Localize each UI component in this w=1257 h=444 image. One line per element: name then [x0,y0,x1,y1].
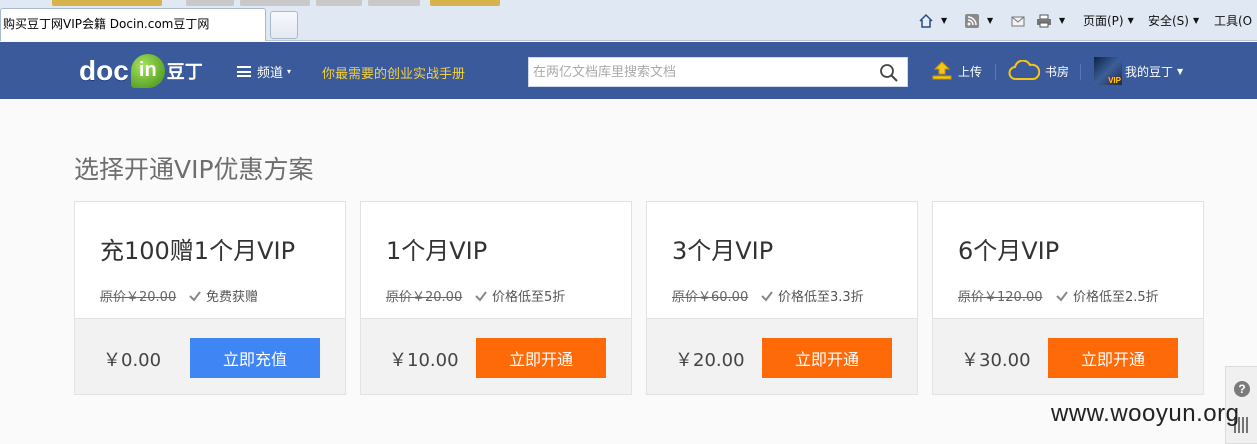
plan-price: ￥30.00 [961,350,1031,371]
upload-link[interactable]: 上传 [931,57,982,85]
help-icon[interactable]: ? [1234,381,1250,397]
feeds-button[interactable]: ▼ [964,10,993,32]
rss-icon [965,14,979,28]
new-tab-button[interactable] [270,11,298,39]
plan-tag-label: 价格低至3.3折 [778,290,864,305]
slogan-link[interactable]: 你最需要的创业实战手册 [322,63,465,82]
menu-icon [237,66,251,77]
plan-tag: 价格低至2.5折 [1055,286,1159,305]
bookroom-link[interactable]: 书房 [1008,57,1069,85]
browser-chrome: 购买豆丁网VIP会籍 Docin.com豆丁网 ▼ ▼ ▼ 页面(P) ▼ 安全(… [0,0,1257,41]
chevron-down-icon: ▼ [987,16,994,25]
check-icon [761,290,773,302]
check-icon [189,290,201,302]
search-box [528,57,908,87]
tools-menu[interactable]: 工具(O [1214,10,1252,32]
recharge-button[interactable]: 立即充值 [190,338,320,378]
plan-tag-label: 价格低至5折 [492,290,566,305]
tools-menu-label: 工具(O [1214,14,1253,28]
plan-tag-label: 免费获赠 [206,290,259,305]
print-button[interactable]: ▼ [1036,10,1065,32]
plan-card: 3个月VIP 原价￥60.00 价格低至3.3折 ￥20.00 立即开通 [646,201,918,395]
page-menu-label: 页面(P) [1083,14,1124,28]
upload-label: 上传 [958,64,983,79]
activate-button[interactable]: 立即开通 [1048,338,1178,378]
plan-card: 1个月VIP 原价￥20.00 价格低至5折 ￥10.00 立即开通 [360,201,632,395]
vip-badge: VIP [1108,76,1121,85]
search-icon[interactable] [879,63,899,83]
plan-name: 充100赠1个月VIP [100,237,296,265]
printer-icon [1037,14,1051,28]
plan-original-price: 原价￥120.00 [958,290,1043,305]
logo-in-badge: in [130,54,165,88]
plan-card-header: 充100赠1个月VIP 原价￥20.00 免费获赠 [75,202,345,318]
bookroom-label: 书房 [1045,64,1070,79]
favorite-item[interactable] [316,0,362,6]
mail-icon [1011,16,1025,27]
channel-label: 频道 [257,66,284,81]
favorite-item[interactable] [430,0,500,6]
favorites-bar [0,0,520,6]
browser-tab-active[interactable]: 购买豆丁网VIP会籍 Docin.com豆丁网 [0,8,266,41]
header-divider [1080,64,1081,80]
safety-menu-label: 安全(S) [1148,14,1189,28]
watermark: www.wooyun.org [1051,400,1240,427]
favorite-item[interactable] [186,0,234,6]
favorite-item[interactable] [52,0,162,6]
chevron-down-icon: ▼ [1192,16,1200,25]
plan-price: ￥20.00 [675,350,745,371]
plan-card-footer: ￥0.00 立即充值 [75,318,345,394]
check-icon [475,290,487,302]
plan-card-header: 6个月VIP 原价￥120.00 价格低至2.5折 [933,202,1203,318]
plan-original-price: 原价￥20.00 [386,290,463,305]
docin-logo[interactable]: doc in 豆丁 [79,51,203,91]
channel-menu[interactable]: 频道 ▾ [237,62,291,81]
chevron-down-icon: ▾ [287,67,292,76]
activate-button[interactable]: 立即开通 [476,338,606,378]
plan-card-footer: ￥10.00 立即开通 [361,318,631,394]
plan-original-price: 原价￥60.00 [672,290,749,305]
account-label: 我的豆丁 [1125,64,1174,79]
favorite-item[interactable] [240,0,310,6]
upload-icon [932,61,952,80]
account-menu[interactable]: VIP 我的豆丁 ▼ [1094,57,1183,85]
avatar: VIP [1094,57,1122,85]
plan-card-header: 1个月VIP 原价￥20.00 价格低至5折 [361,202,631,318]
plan-tag: 价格低至3.3折 [760,286,864,305]
home-button[interactable]: ▼ [918,10,947,32]
chevron-down-icon: ▼ [1177,66,1184,76]
plan-card: 6个月VIP 原价￥120.00 价格低至2.5折 ￥30.00 立即开通 [932,201,1204,395]
plan-name: 1个月VIP [386,237,488,265]
plan-price: ￥10.00 [389,350,459,371]
plan-card-footer: ￥30.00 立即开通 [933,318,1203,394]
tab-title: 购买豆丁网VIP会籍 Docin.com豆丁网 [3,17,210,31]
chevron-down-icon: ▼ [941,16,948,25]
plan-tag: 价格低至5折 [474,286,565,305]
plan-name: 3个月VIP [672,237,774,265]
plan-tag-label: 价格低至2.5折 [1073,290,1159,305]
logo-text: doc [79,55,129,86]
plan-card-header: 3个月VIP 原价￥60.00 价格低至3.3折 [647,202,917,318]
plan-tag: 免费获赠 [188,286,258,305]
favorite-item[interactable] [368,0,420,6]
check-icon [1056,290,1068,302]
logo-chinese: 豆丁 [166,62,203,83]
safety-menu[interactable]: 安全(S) ▼ [1148,10,1199,32]
page-menu[interactable]: 页面(P) ▼ [1083,10,1134,32]
plan-card: 充100赠1个月VIP 原价￥20.00 免费获赠 ￥0.00 立即充值 [74,201,346,395]
page-title: 选择开通VIP优惠方案 [74,155,314,184]
plan-original-price: 原价￥20.00 [100,290,177,305]
site-header: doc in 豆丁 频道 ▾ 你最需要的创业实战手册 上传 书房 VIP 我的豆… [0,42,1257,99]
plan-name: 6个月VIP [958,237,1060,265]
plan-price: ￥0.00 [103,350,162,371]
activate-button[interactable]: 立即开通 [762,338,892,378]
search-input[interactable] [533,58,873,86]
chevron-down-icon: ▼ [1127,16,1134,25]
header-divider [995,64,996,80]
chevron-down-icon: ▼ [1059,16,1066,25]
home-icon [919,13,933,28]
plan-card-footer: ￥20.00 立即开通 [647,318,917,394]
mail-button[interactable] [1010,10,1029,32]
cloud-icon [1008,60,1040,80]
